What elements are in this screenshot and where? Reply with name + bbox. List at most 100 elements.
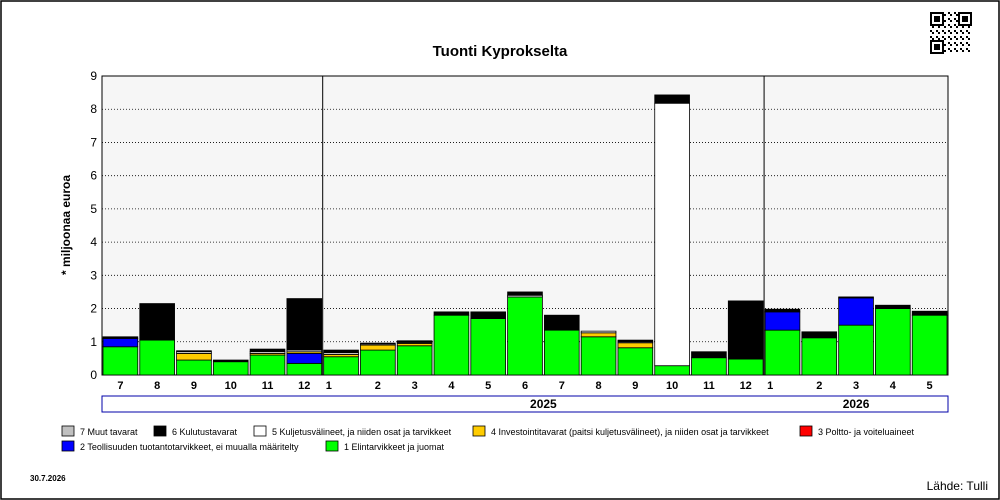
y-tick-label: 6 (90, 169, 97, 183)
qr-module (970, 18, 972, 20)
legend-label: 7 Muut tavarat (80, 427, 138, 437)
qr-module (930, 40, 932, 42)
qr-module (930, 12, 932, 14)
x-tick-label: 10 (225, 380, 237, 392)
bar-segment (212, 359, 249, 363)
qr-module (950, 20, 952, 22)
qr-module (942, 16, 944, 18)
qr-module (944, 14, 946, 16)
qr-module (938, 40, 940, 42)
qr-module (942, 44, 944, 46)
qr-module (962, 38, 964, 40)
qr-module (958, 12, 960, 14)
x-tick-label: 1 (767, 380, 773, 392)
bar-segment (176, 353, 212, 361)
qr-module (944, 44, 946, 46)
bar-segment (580, 336, 617, 376)
qr-module (938, 52, 940, 54)
x-tick-label: 6 (522, 380, 528, 392)
legend-swatch (153, 425, 167, 437)
qr-module (936, 24, 938, 26)
qr-module (944, 32, 946, 34)
bar-segment (875, 304, 911, 309)
bar-segment (654, 365, 690, 376)
qr-module (954, 36, 956, 38)
qr-module (932, 52, 934, 54)
y-tick-label: 0 (90, 368, 97, 382)
bar-segment (507, 291, 543, 296)
qr-module (962, 20, 964, 22)
qr-module (932, 32, 934, 34)
qr-module (960, 24, 962, 26)
qr-module (958, 20, 960, 22)
qr-module (964, 20, 966, 22)
qr-module (964, 16, 966, 18)
qr-module (940, 52, 942, 54)
qr-module (950, 14, 952, 16)
legend-swatch (61, 440, 75, 452)
qr-module (942, 36, 944, 38)
legend-swatch (472, 425, 486, 437)
x-tick-label: 11 (262, 380, 274, 392)
qr-module (932, 40, 934, 42)
qr-module (936, 44, 938, 46)
qr-module (966, 24, 968, 26)
y-tick-label: 2 (90, 302, 97, 316)
qr-module (938, 44, 940, 46)
qr-module (960, 36, 962, 38)
y-tick-label: 8 (90, 102, 97, 116)
qr-module (936, 18, 938, 20)
qr-module (958, 24, 960, 26)
qr-module (930, 24, 932, 26)
qr-module (934, 44, 936, 46)
qr-module (936, 12, 938, 14)
qr-module (970, 20, 972, 22)
x-tick-label: 12 (298, 380, 310, 392)
qr-module (942, 40, 944, 42)
year-label: 2026 (843, 397, 870, 411)
qr-module (930, 42, 932, 44)
x-tick-label: 2 (816, 380, 822, 392)
qr-module (954, 12, 956, 14)
bar-segment (433, 314, 470, 376)
bar-segment (286, 353, 323, 364)
bar-segment (360, 342, 396, 345)
qr-module (948, 48, 950, 50)
y-tick-label: 5 (90, 202, 97, 216)
qr-module (958, 22, 960, 24)
qr-module (970, 22, 972, 24)
bar-segment (212, 361, 249, 376)
qr-module (942, 18, 944, 20)
qr-module (942, 24, 944, 26)
legend-swatch (799, 425, 813, 437)
qr-module (948, 42, 950, 44)
qr-module (962, 24, 964, 26)
qr-module (968, 50, 970, 52)
bar-segment (433, 311, 470, 316)
qr-module (960, 30, 962, 32)
x-tick-label: 7 (559, 380, 565, 392)
qr-module (968, 38, 970, 40)
qr-module (930, 16, 932, 18)
y-tick-label: 3 (90, 268, 97, 282)
qr-module (938, 48, 940, 50)
bar-segment (727, 300, 764, 360)
qr-module (956, 20, 958, 22)
qr-module (932, 38, 934, 40)
legend-swatch (325, 440, 339, 452)
bar-segment (286, 298, 323, 351)
footer-source: Lähde: Tulli (927, 479, 988, 493)
qr-module (936, 16, 938, 18)
qr-module (942, 46, 944, 48)
qr-module (966, 30, 968, 32)
qr-module (966, 12, 968, 14)
bar-segment (838, 296, 874, 299)
qr-module (966, 48, 968, 50)
bar-segment (838, 297, 874, 326)
qr-module (934, 40, 936, 42)
qr-module (966, 42, 968, 44)
y-tick-label: 4 (90, 235, 97, 249)
legend-swatch (253, 425, 267, 437)
qr-module (934, 20, 936, 22)
qr-module (956, 50, 958, 52)
